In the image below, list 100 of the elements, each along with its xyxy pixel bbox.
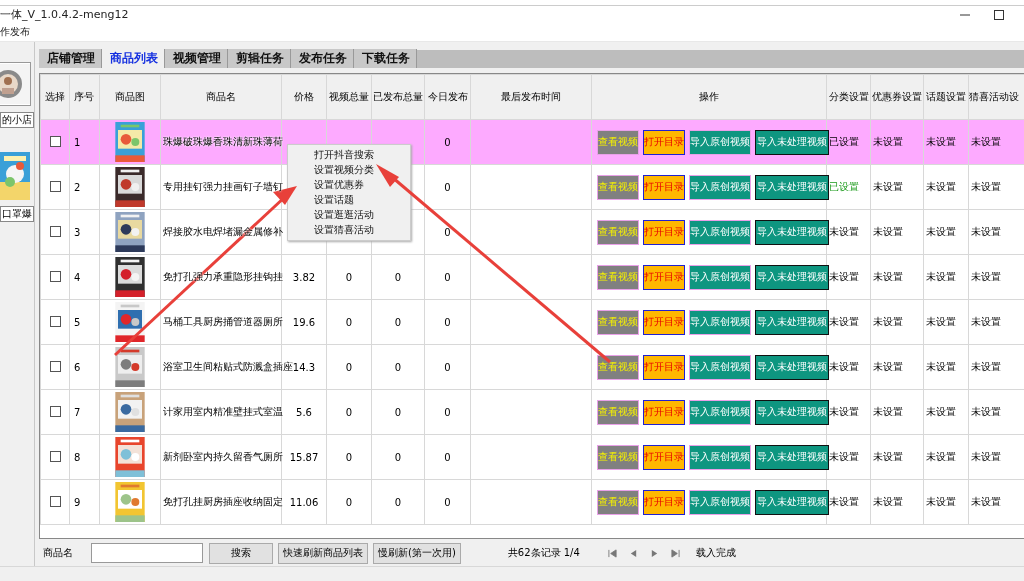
maximize-icon[interactable] bbox=[994, 9, 1004, 20]
import-button[interactable]: 导入原创视频 bbox=[689, 174, 751, 200]
table-cell: 0 bbox=[444, 136, 451, 148]
open-folder-button[interactable]: 打开目录 bbox=[643, 309, 685, 335]
view-video-button[interactable]: 查看视频 bbox=[597, 309, 639, 335]
menu-item[interactable]: 设置视频分类 bbox=[314, 163, 374, 177]
next-page-icon[interactable] bbox=[649, 548, 659, 558]
import-button[interactable]: 导入原创视频 bbox=[689, 264, 751, 290]
checkbox[interactable] bbox=[49, 405, 61, 417]
import-button[interactable]: 导入未处理视频 bbox=[755, 129, 829, 155]
import-button[interactable]: 导入未处理视频 bbox=[755, 219, 829, 245]
open-folder-button[interactable]: 打开目录 bbox=[643, 444, 685, 470]
shop-name-field[interactable]: 的小店 bbox=[0, 112, 34, 128]
checkbox[interactable] bbox=[49, 225, 61, 237]
checkbox[interactable] bbox=[49, 360, 61, 372]
import-button[interactable]: 导入未处理视频 bbox=[755, 444, 829, 470]
view-video-button[interactable]: 查看视频 bbox=[597, 354, 639, 380]
import-button[interactable]: 导入未处理视频 bbox=[755, 264, 829, 290]
table-cell: 0 bbox=[345, 406, 353, 418]
last-page-icon[interactable] bbox=[670, 548, 680, 558]
table-cell: 未设置 bbox=[829, 271, 859, 282]
checkbox[interactable] bbox=[49, 135, 61, 147]
previous-page-icon[interactable] bbox=[628, 548, 638, 558]
import-button[interactable]: 导入原创视频 bbox=[689, 219, 751, 245]
import-button[interactable]: 导入未处理视频 bbox=[755, 309, 829, 335]
open-folder-button[interactable]: 打开目录 bbox=[643, 354, 685, 380]
open-folder-button[interactable]: 打开目录 bbox=[643, 264, 685, 290]
view-video-button[interactable]: 查看视频 bbox=[597, 444, 639, 470]
first-page-icon[interactable] bbox=[607, 548, 617, 558]
import-button[interactable]: 导入原创视频 bbox=[689, 489, 751, 515]
import-button[interactable]: 导入原创视频 bbox=[689, 444, 751, 470]
open-folder-button[interactable]: 打开目录 bbox=[643, 399, 685, 425]
import-button[interactable]: 导入原创视频 bbox=[689, 354, 751, 380]
table-cell: 未设置 bbox=[926, 136, 956, 147]
fast-refresh-button[interactable]: 快速刷新商品列表 bbox=[278, 542, 368, 564]
table-cell: 未设置 bbox=[873, 451, 903, 462]
table-cell: 未设置 bbox=[829, 361, 859, 372]
column-header: 商品名 bbox=[206, 91, 236, 102]
table-cell: 未设置 bbox=[971, 136, 1001, 147]
table-cell: 未设置 bbox=[971, 181, 1001, 192]
table-cell: 15.87 bbox=[289, 451, 319, 463]
tab[interactable]: 视频管理 bbox=[165, 49, 228, 68]
table-cell: 未设置 bbox=[971, 406, 1001, 417]
tab[interactable]: 发布任务 bbox=[291, 49, 354, 68]
view-video-button[interactable]: 查看视频 bbox=[597, 129, 639, 155]
open-folder-button[interactable]: 打开目录 bbox=[643, 129, 685, 155]
view-video-button[interactable]: 查看视频 bbox=[597, 264, 639, 290]
view-video-button[interactable]: 查看视频 bbox=[597, 489, 639, 515]
product-name: 浴室卫生间粘贴式防溅盒插座 bbox=[163, 360, 293, 372]
menu-item[interactable]: 设置猜喜活动 bbox=[314, 223, 374, 237]
table-cell: 11.06 bbox=[289, 496, 319, 508]
import-button[interactable]: 导入原创视频 bbox=[689, 129, 751, 155]
tab[interactable]: 店铺管理 bbox=[39, 49, 102, 68]
import-button[interactable]: 导入未处理视频 bbox=[755, 489, 829, 515]
tab[interactable]: 下载任务 bbox=[354, 49, 417, 68]
column-header: 序号 bbox=[74, 91, 94, 102]
table-cell: 已设置 bbox=[829, 136, 859, 147]
import-button[interactable]: 导入原创视频 bbox=[689, 399, 751, 425]
import-button[interactable]: 导入未处理视频 bbox=[755, 174, 829, 200]
table-cell: 0 bbox=[444, 451, 451, 463]
open-folder-button[interactable]: 打开目录 bbox=[643, 219, 685, 245]
checkbox[interactable] bbox=[49, 495, 61, 507]
table-cell: 9 bbox=[74, 496, 81, 508]
product-name-field[interactable]: 口罩爆 bbox=[0, 206, 34, 222]
table-cell: 3 bbox=[74, 226, 81, 238]
table-cell: 未设置 bbox=[926, 496, 956, 507]
table-cell: 未设置 bbox=[829, 451, 859, 462]
open-folder-button[interactable]: 打开目录 bbox=[643, 174, 685, 200]
column-header: 选择 bbox=[45, 91, 65, 102]
menu-item[interactable]: 设置逛逛活动 bbox=[314, 208, 374, 222]
table-cell: 0 bbox=[345, 361, 353, 373]
column-header: 分类设置 bbox=[828, 91, 869, 102]
table-cell: 0 bbox=[444, 316, 451, 328]
table-cell: 0 bbox=[345, 451, 353, 463]
table-cell: 0 bbox=[394, 406, 402, 418]
table-cell: 未设置 bbox=[829, 316, 859, 327]
import-button[interactable]: 导入原创视频 bbox=[689, 309, 751, 335]
import-button[interactable]: 导入未处理视频 bbox=[755, 354, 829, 380]
table-cell: 未设置 bbox=[926, 226, 956, 237]
checkbox[interactable] bbox=[49, 450, 61, 462]
search-button[interactable]: 搜索 bbox=[209, 542, 273, 564]
checkbox[interactable] bbox=[49, 180, 61, 192]
open-folder-button[interactable]: 打开目录 bbox=[643, 489, 685, 515]
menu-item[interactable]: 设置话题 bbox=[314, 193, 354, 207]
table-cell: 2 bbox=[74, 181, 81, 193]
view-video-button[interactable]: 查看视频 bbox=[597, 399, 639, 425]
menu-item[interactable]: 打开抖音搜索 bbox=[314, 148, 374, 162]
slow-refresh-button[interactable]: 慢刷新(第一次用) bbox=[373, 542, 461, 564]
view-video-button[interactable]: 查看视频 bbox=[597, 219, 639, 245]
table-cell: 0 bbox=[345, 271, 353, 283]
checkbox[interactable] bbox=[49, 270, 61, 282]
tab[interactable]: 剪辑任务 bbox=[228, 49, 291, 68]
menu-item[interactable]: 作发布 bbox=[0, 25, 30, 39]
search-field[interactable] bbox=[91, 543, 203, 564]
table-cell: 0 bbox=[394, 271, 402, 283]
checkbox[interactable] bbox=[49, 315, 61, 327]
menu-item[interactable]: 设置优惠券 bbox=[314, 178, 364, 192]
view-video-button[interactable]: 查看视频 bbox=[597, 174, 639, 200]
tab[interactable]: 商品列表 bbox=[102, 49, 165, 68]
import-button[interactable]: 导入未处理视频 bbox=[755, 399, 829, 425]
